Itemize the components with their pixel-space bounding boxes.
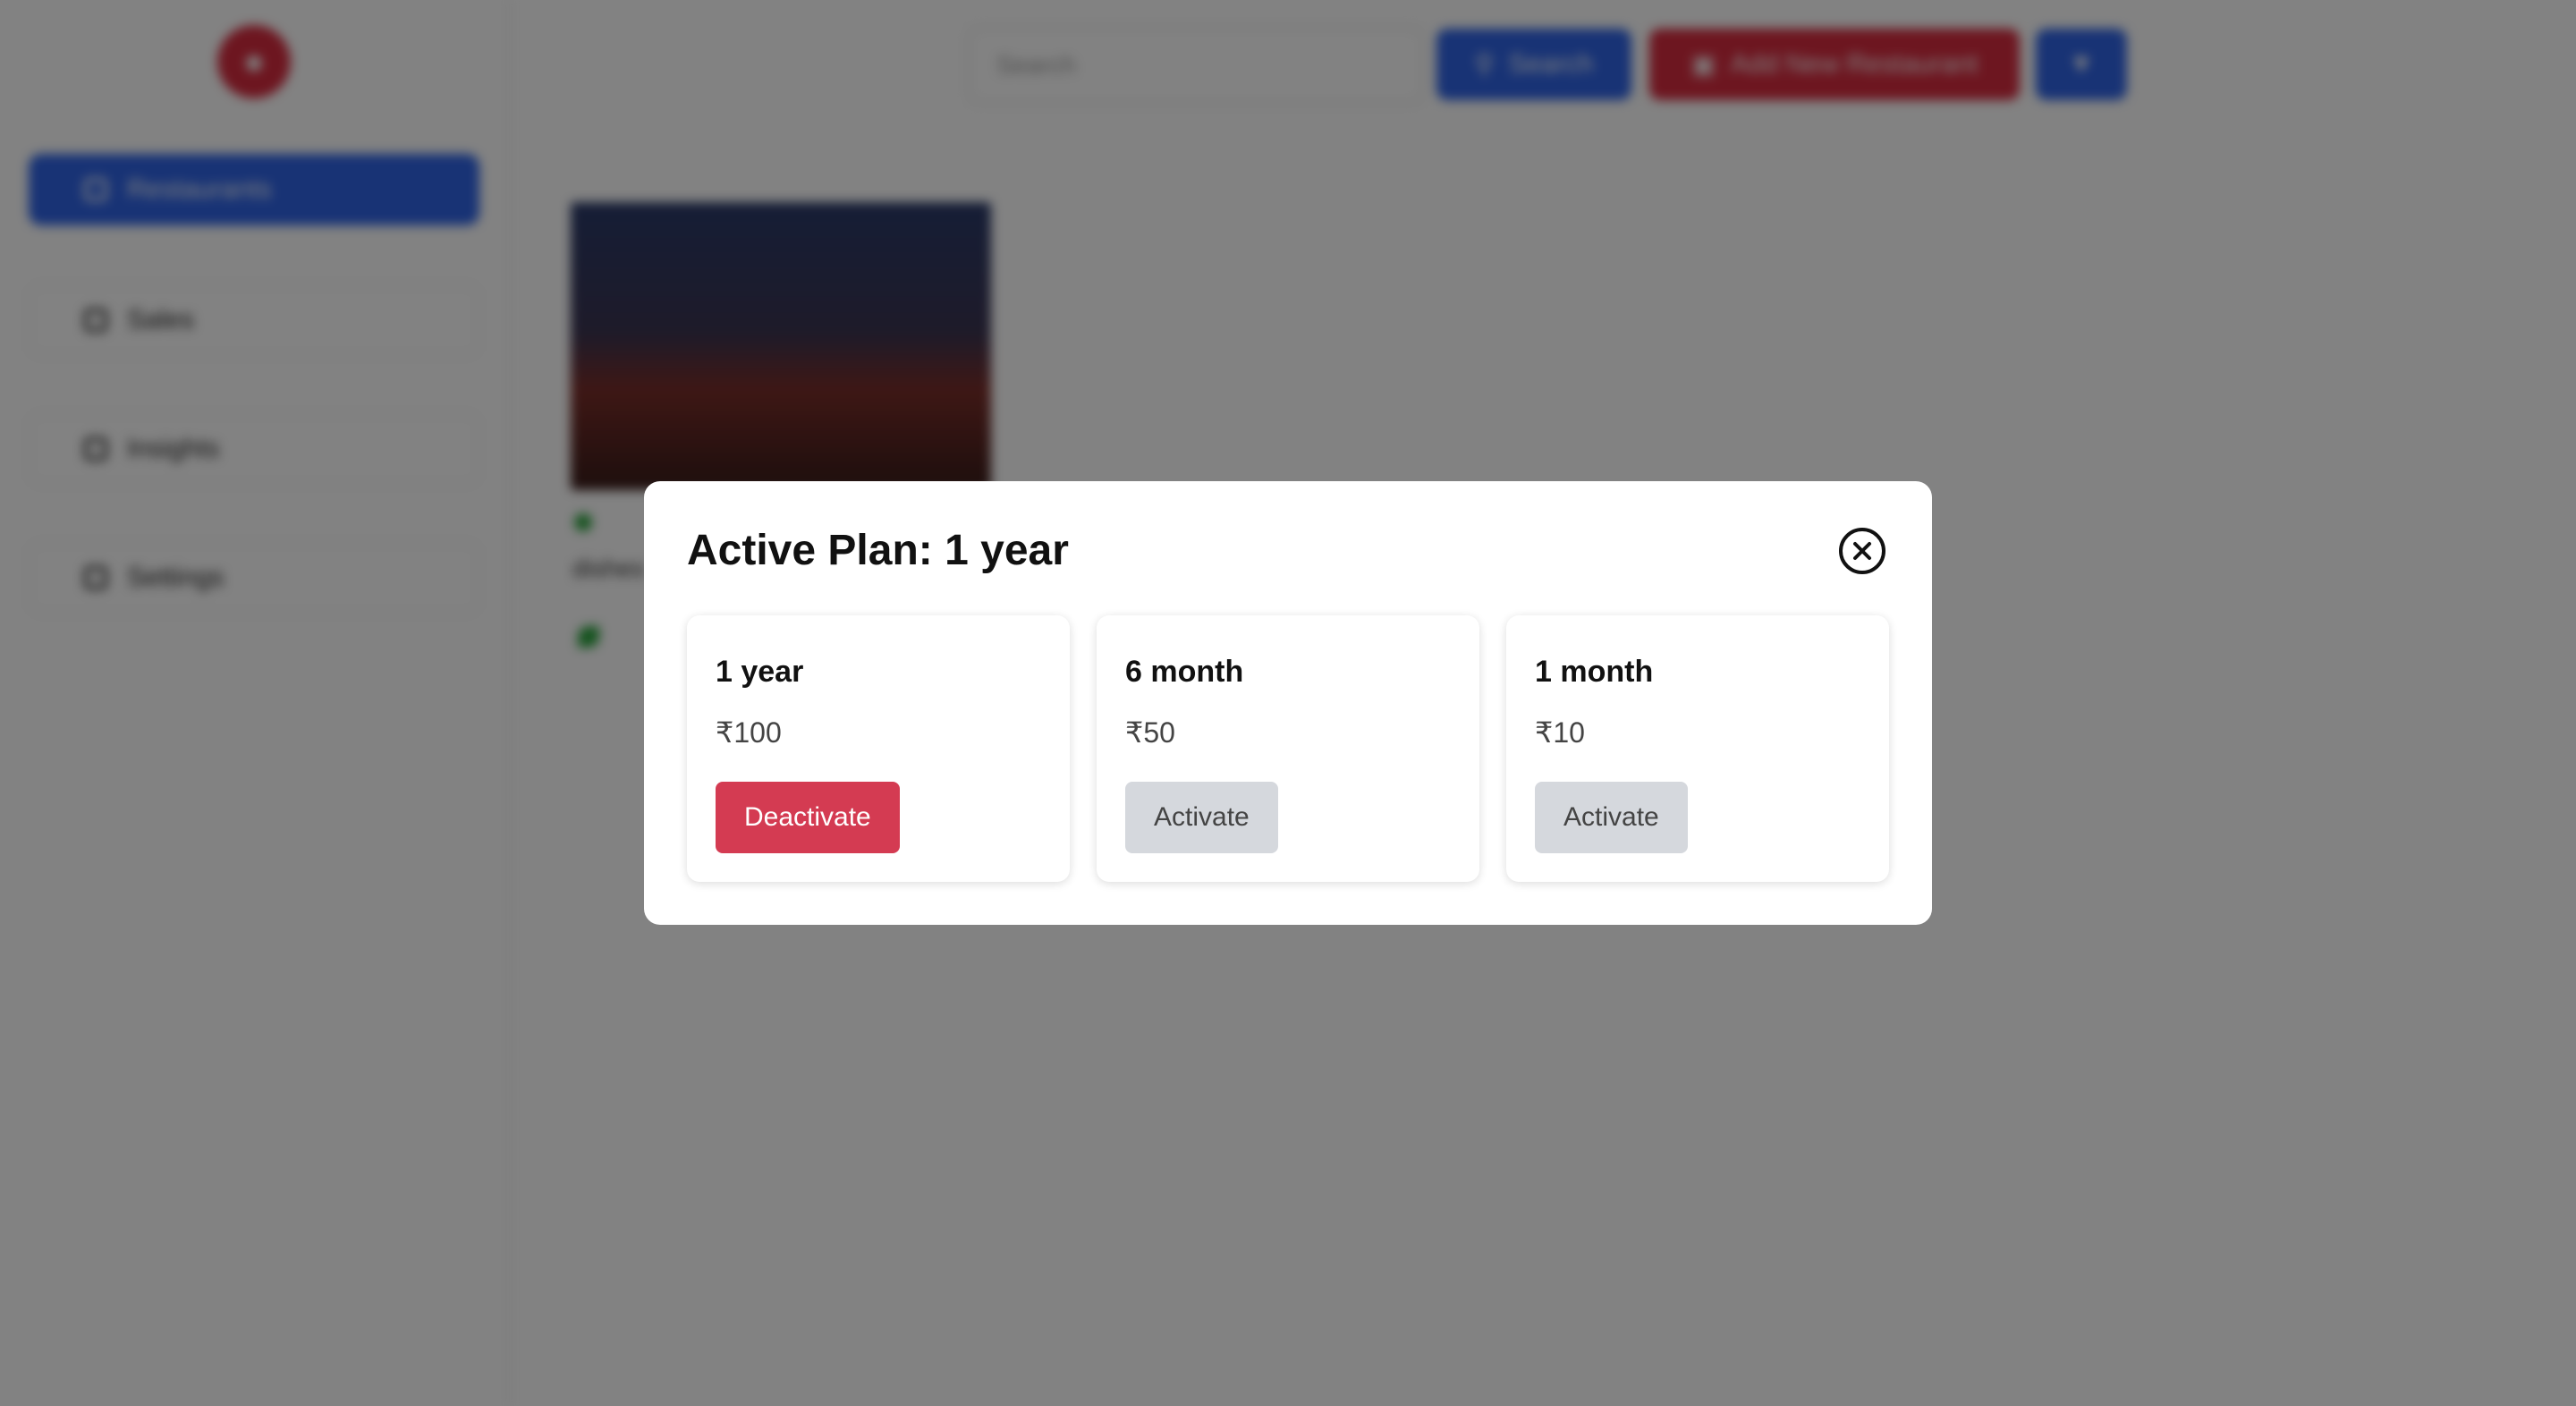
plan-name: 1 month (1535, 655, 1654, 689)
plan-card-1-month: 1 month ₹10 Activate (1506, 615, 1889, 882)
close-icon (1853, 542, 1871, 560)
plan-price: ₹50 (1125, 716, 1175, 749)
close-button[interactable] (1839, 528, 1885, 574)
plan-price: ₹100 (716, 716, 782, 749)
plan-price: ₹10 (1535, 716, 1585, 749)
deactivate-button[interactable]: Deactivate (716, 782, 900, 853)
plan-modal: Active Plan: 1 year 1 year ₹100 Deactiva… (644, 481, 1932, 925)
modal-title: Active Plan: 1 year (687, 527, 1069, 574)
plan-name: 6 month (1125, 655, 1244, 689)
activate-button[interactable]: Activate (1535, 782, 1688, 853)
plan-card-6-month: 6 month ₹50 Activate (1097, 615, 1479, 882)
activate-button[interactable]: Activate (1125, 782, 1278, 853)
plan-card-1-year: 1 year ₹100 Deactivate (687, 615, 1070, 882)
plan-name: 1 year (716, 655, 804, 689)
